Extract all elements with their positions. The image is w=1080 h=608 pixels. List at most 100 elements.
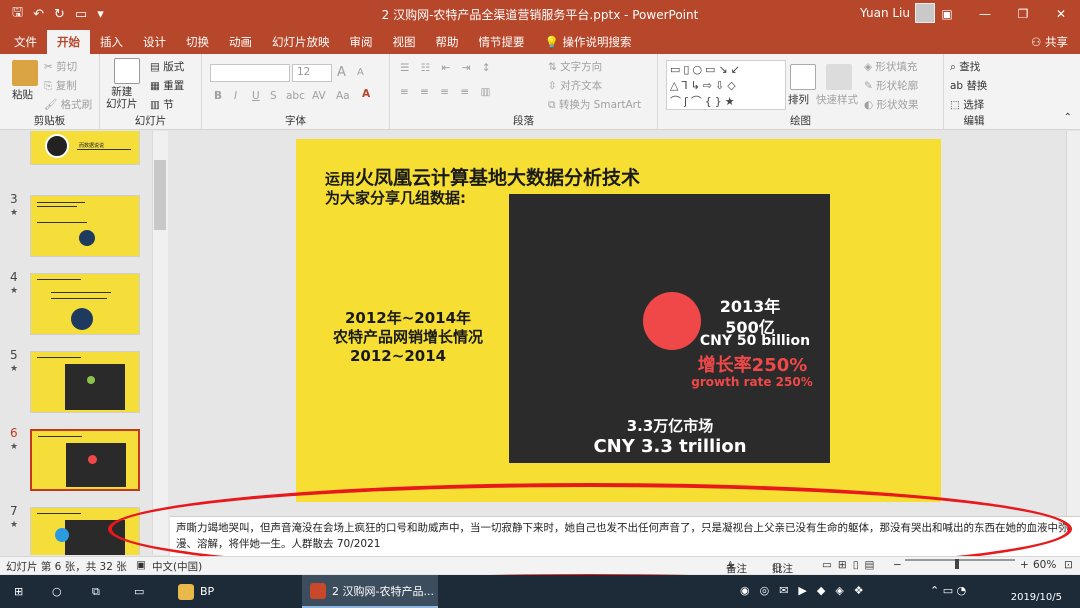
font-color-icon[interactable]: A	[362, 88, 370, 100]
notes-pane[interactable]: 声嘶力竭地哭叫，但声音淹没在会场上疯狂的口号和助威声中，当一切寂静下来时，她自己…	[170, 516, 1080, 556]
arrange-button[interactable]: 排列	[788, 92, 809, 107]
underline-button[interactable]: U	[252, 90, 260, 102]
quick-styles-button[interactable]: 快速样式	[816, 92, 858, 107]
paste-button[interactable]: 粘贴	[12, 87, 33, 102]
slide-thumbnail-6[interactable]	[30, 429, 140, 491]
minimize-button[interactable]: —	[966, 0, 1004, 28]
collapse-ribbon-icon[interactable]: ⌃	[1064, 112, 1072, 123]
zoom-in-icon[interactable]: +	[1020, 559, 1029, 571]
customize-qat-icon[interactable]: ▾	[97, 7, 104, 22]
language[interactable]: 中文(中国)	[152, 559, 202, 574]
char-spacing-button[interactable]: AV	[312, 90, 326, 102]
slide-thumbnail-7[interactable]	[30, 507, 140, 555]
zoom-out-icon[interactable]: −	[893, 559, 902, 571]
windows-start-icon[interactable]: ⊞	[14, 575, 23, 608]
spellcheck-icon[interactable]: ▣	[136, 559, 146, 571]
file-explorer-icon[interactable]: ▭	[134, 575, 144, 608]
tab-home[interactable]: 开始	[47, 30, 90, 54]
thumbnail-scroll-thumb[interactable]	[154, 160, 166, 230]
bullets-icon[interactable]: ☰ ☷ ⇤ ⇥ ↕	[400, 62, 495, 74]
tab-file[interactable]: 文件	[4, 30, 47, 54]
font-name-field[interactable]	[210, 64, 290, 82]
period-text[interactable]: 2012年~2014年 农特产品网销增长情况 2012~2014	[318, 309, 498, 366]
editor-scrollbar[interactable]	[1066, 131, 1080, 516]
slide-thumbnail-2[interactable]: 而数据说说	[30, 131, 140, 165]
start-slideshow-icon[interactable]: ▭	[75, 7, 87, 22]
shape-outline-button[interactable]: ✎ 形状轮廓	[864, 78, 918, 93]
tab-slideshow[interactable]: 幻灯片放映	[262, 30, 340, 54]
slide-thumbnail-4[interactable]	[30, 273, 140, 335]
slide-subtitle[interactable]: 为大家分享几组数据:	[325, 187, 466, 208]
quick-styles-icon[interactable]	[826, 64, 852, 90]
replace-button[interactable]: ab 替换	[950, 78, 987, 93]
section-button[interactable]: ▥ 节	[150, 97, 174, 112]
select-button[interactable]: ⬚ 选择	[950, 97, 984, 112]
grow-font-button[interactable]: A	[337, 65, 346, 80]
new-slide-icon[interactable]	[114, 58, 140, 84]
arrange-icon[interactable]	[790, 64, 816, 90]
drawing-group-label: 绘图	[790, 115, 811, 127]
tab-design[interactable]: 设计	[133, 30, 176, 54]
tab-storyboard[interactable]: 情节提要	[469, 30, 535, 54]
tab-transitions[interactable]: 切换	[176, 30, 219, 54]
cut-button[interactable]: ✂ 剪切	[44, 59, 77, 74]
stat-growth-en[interactable]: growth rate 250%	[688, 375, 816, 389]
align-text-button[interactable]: ⇳ 对齐文本	[548, 78, 602, 93]
smartart-button[interactable]: ⧉ 转换为 SmartArt	[548, 97, 641, 112]
undo-icon[interactable]: ↶	[33, 7, 44, 22]
search-icon[interactable]: ○	[52, 575, 62, 608]
italic-button[interactable]: I	[234, 90, 237, 102]
align-icons[interactable]: ≡ ≡ ≡ ≡ ▥	[400, 86, 494, 98]
task-view-icon[interactable]: ⧉	[92, 575, 100, 608]
tab-insert[interactable]: 插入	[90, 30, 133, 54]
taskbar-app-bp[interactable]: BP	[172, 575, 298, 608]
shapes-gallery[interactable]: ▭▯○▭↘↙ △⅂↳⇨⇩◇ ⌒ʃ⌒{}★	[666, 60, 786, 110]
share-button[interactable]: ⚇ 共享	[1031, 34, 1068, 50]
view-buttons[interactable]: ▭⊞▯▤	[822, 559, 880, 571]
new-slide-button[interactable]: 新建 幻灯片	[106, 86, 138, 110]
close-button[interactable]: ✕	[1042, 0, 1080, 28]
reset-button[interactable]: ▦ 重置	[150, 78, 184, 93]
layout-button[interactable]: ▤ 版式	[150, 59, 184, 74]
stat-market-en[interactable]: CNY 3.3 trillion	[570, 436, 770, 457]
bold-button[interactable]: B	[214, 90, 222, 102]
fit-slide-icon[interactable]: ⊡	[1064, 559, 1073, 571]
comments-toggle-label: 批注	[772, 563, 793, 575]
copy-button[interactable]: ⎘ 复制	[44, 78, 77, 93]
tell-me-search[interactable]: 💡 操作说明搜索	[535, 30, 642, 54]
thumbnail-rule	[77, 149, 131, 150]
redo-icon[interactable]: ↻	[54, 7, 65, 22]
format-painter-button[interactable]: 🖌 格式刷	[44, 97, 92, 112]
save-icon[interactable]: 🖫	[12, 3, 23, 25]
slide-title[interactable]: 运用火凤凰云计算基地大数据分析技术	[325, 163, 640, 190]
shape-fill-button[interactable]: ◈ 形状填充	[864, 59, 917, 74]
find-button[interactable]: ⌕ 查找	[950, 59, 980, 74]
change-case-button[interactable]: Aa	[336, 90, 350, 102]
tab-view[interactable]: 视图	[383, 30, 426, 54]
taskbar-clock[interactable]: 2019/10/5	[982, 577, 1062, 605]
font-size-field[interactable]: 12	[292, 64, 332, 82]
stat-amount-en[interactable]: CNY 50 billion	[690, 333, 820, 349]
ribbon-display-icon[interactable]: ▣	[928, 0, 966, 28]
zoom-slider-knob[interactable]	[955, 559, 959, 569]
system-tray-icons[interactable]: ⌃ ▭ ◔	[930, 584, 966, 597]
zoom-slider[interactable]	[905, 559, 1015, 561]
paste-icon[interactable]	[12, 60, 38, 86]
shrink-font-button[interactable]: A	[357, 67, 364, 78]
tab-help[interactable]: 帮助	[426, 30, 469, 54]
slide-thumbnail-5[interactable]	[30, 351, 140, 413]
shape-effects-button[interactable]: ◐ 形状效果	[864, 97, 919, 112]
text-direction-button[interactable]: ⇅ 文字方向	[548, 59, 602, 74]
taskbar-app-powerpoint[interactable]: 2 汉购网-农特产品...	[302, 575, 438, 608]
shadow-button[interactable]: abc	[286, 90, 305, 102]
strikethrough-button[interactable]: S	[270, 90, 277, 102]
maximize-button[interactable]: ❐	[1004, 0, 1042, 28]
slide-thumbnail-3[interactable]	[30, 195, 140, 257]
pinned-apps[interactable]: ◉◎✉▶◆◈❖	[740, 584, 874, 597]
tab-review[interactable]: 审阅	[340, 30, 383, 54]
user-name[interactable]: Yuan Liu	[860, 6, 910, 20]
tab-animations[interactable]: 动画	[219, 30, 262, 54]
zoom-level[interactable]: 60%	[1033, 559, 1056, 571]
stat-market[interactable]: 3.3万亿市场	[590, 415, 750, 436]
stat-growth[interactable]: 增长率250%	[690, 351, 815, 377]
